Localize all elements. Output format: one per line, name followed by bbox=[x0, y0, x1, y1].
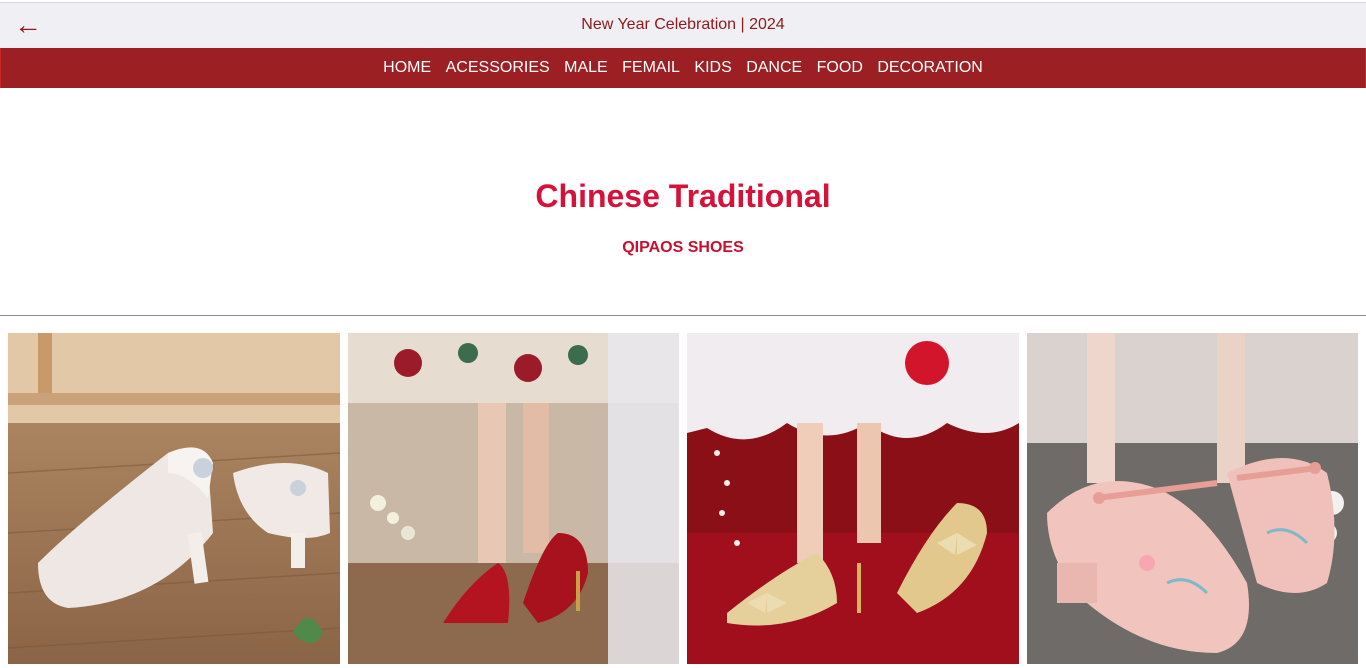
hero-subtitle: QIPAOS SHOES bbox=[622, 239, 744, 256]
section-divider bbox=[0, 315, 1366, 316]
nav-item-accessories[interactable]: ACESSORIES bbox=[446, 48, 550, 88]
nav-item-home[interactable]: HOME bbox=[383, 48, 431, 88]
nav-item-food[interactable]: FOOD bbox=[817, 48, 863, 88]
main-nav: HOME ACESSORIES MALE FEMAIL KIDS DANCE F… bbox=[0, 48, 1366, 88]
product-image-white-heels[interactable] bbox=[8, 333, 340, 664]
nav-item-dance[interactable]: DANCE bbox=[746, 48, 802, 88]
product-image-red-pumps[interactable] bbox=[348, 333, 680, 664]
product-gallery bbox=[0, 333, 1366, 668]
product-image-pink-shoes[interactable] bbox=[1027, 333, 1358, 664]
nav-item-female[interactable]: FEMAIL bbox=[622, 48, 680, 88]
hero-title: Chinese Traditional bbox=[535, 178, 831, 214]
product-image-gold-heels[interactable] bbox=[687, 333, 1019, 664]
top-header: ← New Year Celebration | 2024 bbox=[0, 2, 1366, 48]
nav-item-kids[interactable]: KIDS bbox=[694, 48, 731, 88]
nav-item-decoration[interactable]: DECORATION bbox=[877, 48, 982, 88]
page-heading: New Year Celebration | 2024 bbox=[581, 16, 785, 33]
nav-item-male[interactable]: MALE bbox=[564, 48, 608, 88]
